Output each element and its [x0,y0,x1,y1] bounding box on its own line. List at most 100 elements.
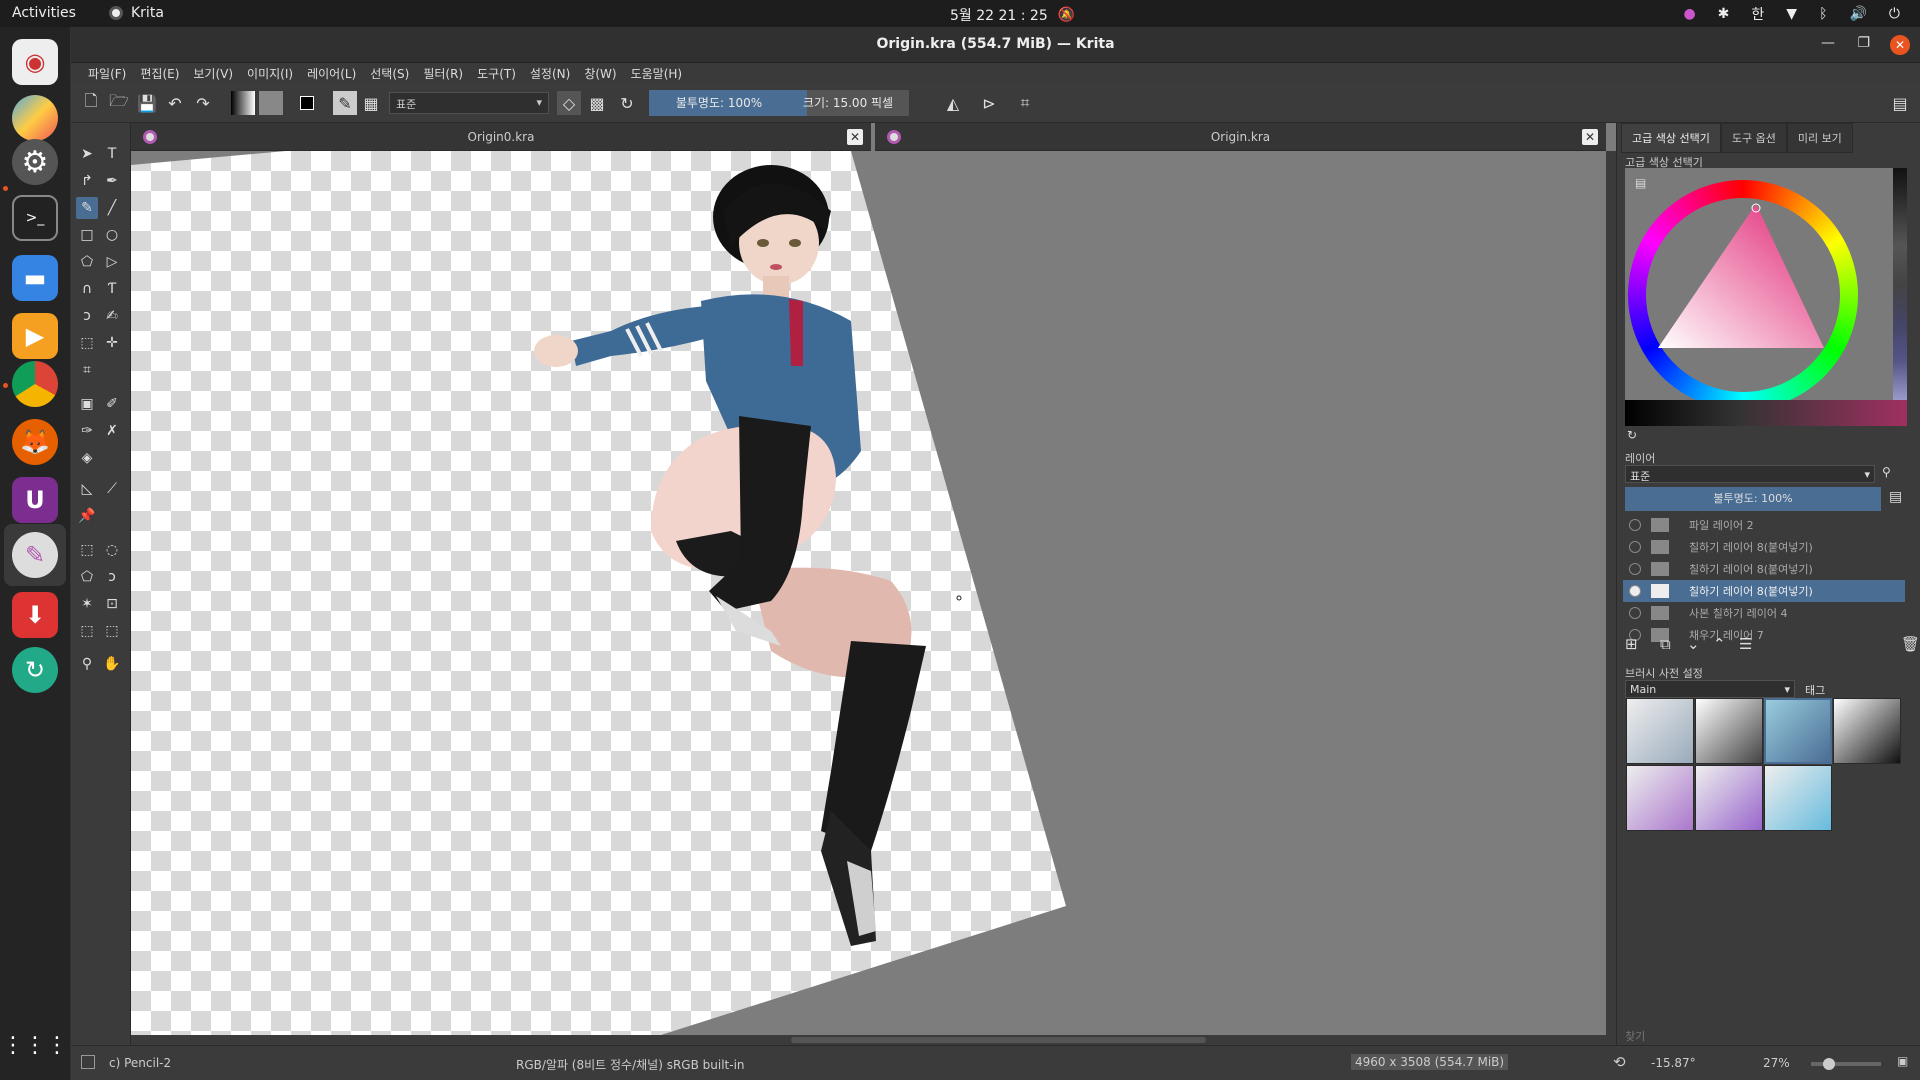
input-method[interactable]: 한 [1751,4,1764,24]
reference-tool-icon[interactable]: 📌 [76,505,98,527]
color-picker-tool-icon[interactable]: ✐ [101,393,123,415]
fill-tool-icon[interactable]: ◈ [76,447,98,469]
brush-preset-paint-1[interactable] [1626,765,1694,831]
close-window-icon[interactable]: ✕ [1890,35,1910,55]
wrap-around-icon[interactable]: ⌗ [1013,91,1037,115]
zoom-slider-handle[interactable] [1823,1058,1835,1070]
maximize-icon[interactable]: ❐ [1857,35,1870,51]
brush-preset-ink[interactable] [1833,698,1901,764]
select-shape-tool-icon[interactable]: ➤ [76,143,98,165]
pattern-selector[interactable] [259,91,283,115]
krita-dock-icon[interactable]: ✎ [12,532,58,578]
transform-tool-icon[interactable]: ⬚ [76,332,98,354]
fg-bg-color-swatch[interactable] [295,91,319,115]
minimize-icon[interactable]: — [1821,35,1835,51]
smart-patch-tool-icon[interactable]: ✑ [76,420,98,442]
fullscreen-icon[interactable]: ▣ [1897,1054,1908,1068]
delete-layer-icon[interactable]: 🗑 [1901,635,1920,653]
brush-preset-paint-3[interactable] [1764,765,1832,831]
freehand-select-tool-icon[interactable]: ↄ [101,566,123,588]
open-document-icon[interactable]: 🗁 [109,91,129,115]
brush-preset-paint-2[interactable] [1695,765,1763,831]
size-slider[interactable]: 크기: 15.00 픽셀 [787,90,909,116]
edit-shapes-tool-icon[interactable]: ↱ [76,170,98,192]
freehand-brush-tool-icon[interactable]: ✎ [76,197,98,219]
rectangle-tool-icon[interactable]: □ [76,224,98,246]
bezier-select-tool-icon[interactable]: ⬚ [76,620,98,642]
chrome-icon[interactable] [12,361,58,407]
text-tool-icon[interactable]: T [101,143,123,165]
redo-icon[interactable]: ↷ [193,91,213,115]
rect-select-tool-icon[interactable]: ⬚ [76,539,98,561]
layers-blend-select[interactable]: 표준 ▾ [1625,465,1875,483]
visibility-icon[interactable] [1629,585,1641,597]
settings-gear-icon[interactable]: ⚙ [12,139,58,185]
eraser-mode-icon[interactable]: ◇ [557,91,581,115]
magnetic-select-tool-icon[interactable]: ⬚ [101,620,123,642]
tag-button[interactable]: 태그 [1801,680,1851,698]
rotation-icon[interactable]: ⟲ [1613,1053,1626,1071]
pan-tool-icon[interactable]: ✋ [101,653,123,675]
activities-button[interactable]: Activities [12,5,76,21]
color-selector-menu-icon[interactable]: ▤ [1635,176,1646,190]
mirror-horizontal-icon[interactable]: ◭ [941,91,965,115]
new-document-icon[interactable]: 🗋 [81,91,101,115]
doc-tab-origin[interactable]: Origin.kra ✕ [875,123,1606,151]
blend-mode-select[interactable]: 표준 ▾ [389,92,549,114]
update-icon[interactable]: ↻ [12,647,58,693]
duplicate-layer-icon[interactable]: ⧉ [1660,635,1671,653]
screenshot-app-icon[interactable]: ◉ [12,39,58,85]
color-patches[interactable] [1625,400,1907,426]
alpha-lock-icon[interactable]: ▩ [585,91,609,115]
assistant-tool-icon[interactable]: ✗ [101,420,123,442]
workspace-icon[interactable]: ▦ [361,91,381,115]
firefox-icon[interactable]: 🦊 [12,419,58,465]
visibility-icon[interactable] [1629,541,1641,553]
menu-window[interactable]: 창(W) [577,63,623,83]
accessibility-icon[interactable]: ✱ [1718,6,1730,22]
color-selector[interactable]: ▤ [1625,168,1907,410]
line-tool-icon[interactable]: ╱ [101,197,123,219]
clock[interactable]: 5월 22 21 : 25 🔕 [950,5,1075,25]
refresh-icon[interactable]: ↻ [1627,428,1637,442]
visibility-icon[interactable] [1629,607,1641,619]
color-picker-app-icon[interactable] [12,95,58,141]
menu-image[interactable]: 이미지(I) [240,63,300,83]
freehand-path-tool-icon[interactable]: Ƭ [101,278,123,300]
polyline-tool-icon[interactable]: ▷ [101,251,123,273]
move-down-icon[interactable]: ⌄ [1687,635,1700,653]
move-tool-icon[interactable]: ✛ [101,332,123,354]
vertical-scrollbar[interactable] [1606,151,1616,1045]
crop-tool-icon[interactable]: ⌗ [76,359,98,381]
layer-settings-icon[interactable]: ☰ [1739,635,1752,653]
color-app-icon[interactable]: ● [1683,6,1695,22]
layer-row[interactable]: 파일 레이어 2 [1623,514,1905,536]
brush-tag-select[interactable]: Main ▾ [1625,680,1795,698]
menu-help[interactable]: 도움말(H) [624,63,690,83]
panel-toggle-icon[interactable]: ▤ [1888,91,1912,115]
bluetooth-icon[interactable]: ᛒ [1819,6,1827,22]
similar-select-tool-icon[interactable]: ⊡ [101,593,123,615]
tab-tool-options[interactable]: 도구 옵션 [1720,123,1787,153]
menu-tools[interactable]: 도구(T) [470,63,523,83]
horizontal-scrollbar[interactable] [131,1035,1606,1045]
video-player-icon[interactable]: ▶ [12,313,58,359]
power-icon[interactable]: ⏻ [1889,6,1900,22]
multibrush-tool-icon[interactable]: ✍ [101,305,123,327]
undo-icon[interactable]: ↶ [165,91,185,115]
ellipse-select-tool-icon[interactable]: ◌ [101,539,123,561]
brush-search-input[interactable] [1625,1028,1895,1044]
layer-row[interactable]: 칠하기 레이어 8(붙여넣기) [1623,536,1905,558]
ellipse-tool-icon[interactable]: ○ [101,224,123,246]
reload-preset-icon[interactable]: ↻ [615,91,639,115]
scroll-thumb[interactable] [791,1037,1206,1043]
bezier-tool-icon[interactable]: ∩ [76,278,98,300]
show-apps-icon[interactable]: ⋮⋮⋮ [2,1022,68,1068]
menu-edit[interactable]: 편집(E) [133,63,186,83]
menu-settings[interactable]: 설정(N) [523,63,577,83]
brush-preset-airbrush[interactable] [1695,698,1763,764]
sv-triangle[interactable] [1646,198,1840,392]
menu-view[interactable]: 보기(V) [186,63,240,83]
magic-wand-tool-icon[interactable]: ✶ [76,593,98,615]
menu-filter[interactable]: 필터(R) [416,63,470,83]
